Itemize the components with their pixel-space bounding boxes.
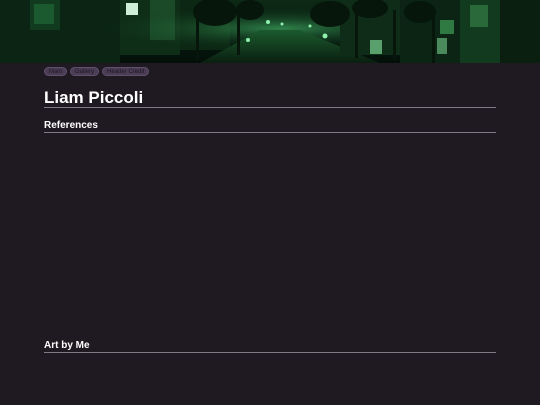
page-title: Liam Piccoli [44, 88, 496, 108]
header-banner-image [0, 0, 540, 63]
nav-main-button[interactable]: Main [44, 67, 68, 76]
nav-gallery-button[interactable]: Gallery [70, 67, 100, 76]
nav-header-credit-button[interactable]: Header Credit [102, 67, 150, 76]
page: Main Gallery Header Credit Liam Piccoli … [0, 0, 540, 405]
references-heading: References [44, 120, 496, 133]
art-by-me-heading: Art by Me [44, 340, 496, 353]
night-street-image [0, 0, 540, 63]
nav-bar: Main Gallery Header Credit [44, 67, 150, 76]
